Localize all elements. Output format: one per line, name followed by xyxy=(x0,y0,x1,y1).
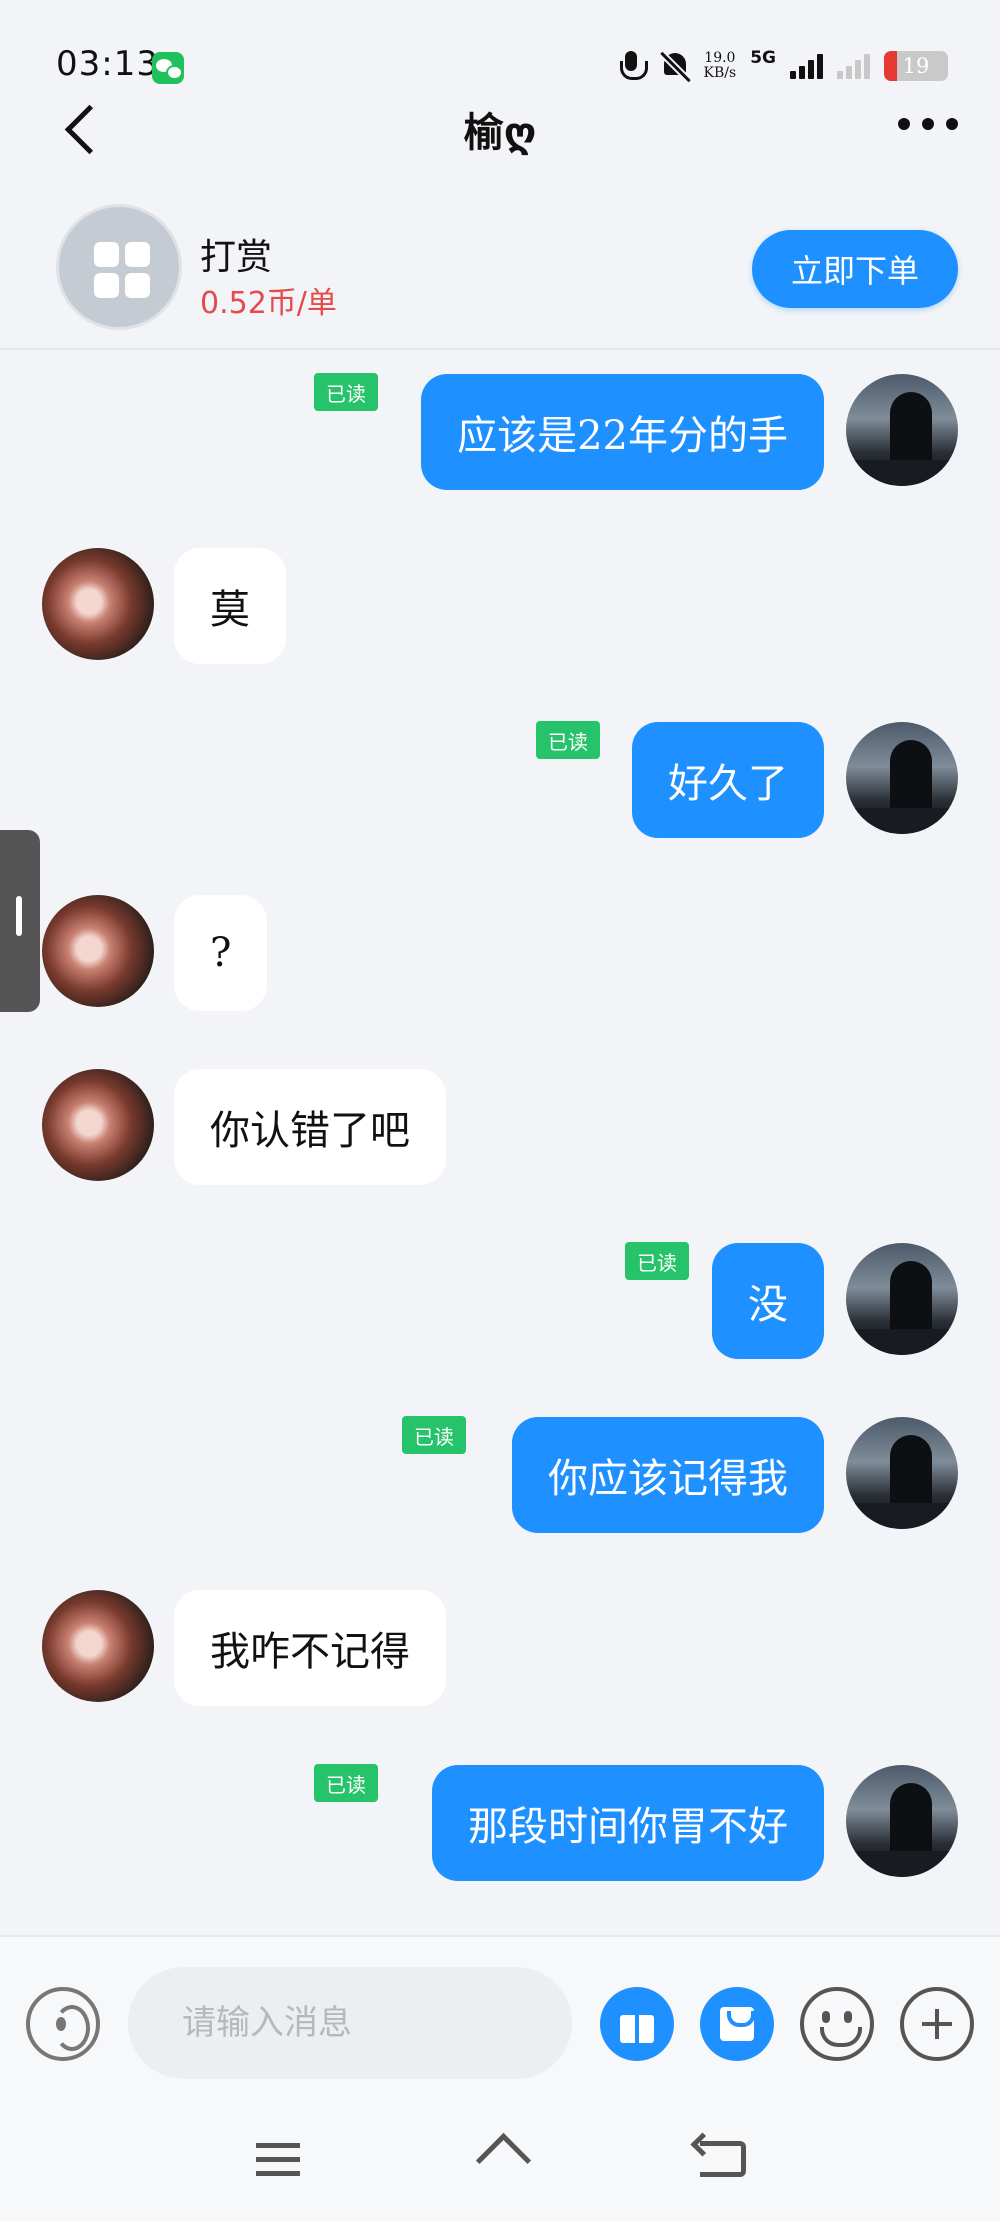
net-speed-unit: KB/s xyxy=(703,65,737,81)
emoji-icon[interactable] xyxy=(800,1987,874,2061)
message-bubble-in[interactable]: 你认错了吧 xyxy=(174,1069,446,1185)
self-avatar[interactable] xyxy=(846,722,958,834)
net-speed: 19.0 KB/s xyxy=(704,51,737,81)
side-drawer-handle[interactable] xyxy=(0,830,40,1012)
gift-icon[interactable] xyxy=(600,1987,674,2061)
plus-icon[interactable] xyxy=(900,1987,974,2061)
bell-off-icon xyxy=(660,49,690,83)
more-icon[interactable] xyxy=(898,118,958,132)
message-bubble-in[interactable]: ? xyxy=(174,895,268,1011)
signal-icon xyxy=(790,53,823,79)
wechat-icon xyxy=(152,52,184,84)
chat-header: 榆ღ xyxy=(0,90,1000,170)
mic-icon xyxy=(616,49,648,83)
status-time: 03:13 xyxy=(56,44,159,84)
message-bubble-out[interactable]: 你应该记得我 xyxy=(512,1417,824,1533)
net-speed-value: 19.0 xyxy=(704,50,736,66)
self-avatar[interactable] xyxy=(846,1765,958,1877)
status-icons: 19.0 KB/s 5G 19 xyxy=(616,46,948,86)
contact-avatar[interactable] xyxy=(42,895,154,1007)
network-type: 5G xyxy=(750,48,776,68)
read-tag: 已读 xyxy=(314,373,378,411)
message-bubble-out[interactable]: 那段时间你胃不好 xyxy=(432,1765,824,1881)
reward-price: 0.52币/单 xyxy=(200,286,337,321)
nav-home-icon[interactable] xyxy=(476,2137,526,2181)
self-avatar[interactable] xyxy=(846,374,958,486)
signal-icon-secondary xyxy=(837,53,870,79)
voice-icon[interactable] xyxy=(26,1987,100,2061)
contact-avatar[interactable] xyxy=(42,1590,154,1702)
chat-title: 榆ღ xyxy=(463,110,537,156)
apps-icon xyxy=(94,242,150,298)
envelope-icon[interactable] xyxy=(700,1987,774,2061)
self-avatar[interactable] xyxy=(846,1417,958,1529)
order-now-button[interactable]: 立即下单 xyxy=(752,230,958,308)
message-bubble-in[interactable]: 莫 xyxy=(174,548,286,664)
message-bubble-out[interactable]: 没 xyxy=(712,1243,824,1359)
system-nav-bar xyxy=(0,2105,1000,2222)
reward-bar: 打赏 0.52币/单 立即下单 xyxy=(0,190,1000,350)
message-bubble-in[interactable]: 我咋不记得 xyxy=(174,1590,446,1706)
nav-menu-icon[interactable] xyxy=(256,2143,300,2177)
reward-thumbnail xyxy=(56,204,182,330)
contact-avatar[interactable] xyxy=(42,1069,154,1181)
read-tag: 已读 xyxy=(536,721,600,759)
reward-title: 打赏 xyxy=(200,237,273,278)
read-tag: 已读 xyxy=(402,1416,466,1454)
message-input[interactable] xyxy=(128,1967,572,2079)
contact-avatar[interactable] xyxy=(42,548,154,660)
self-avatar[interactable] xyxy=(846,1243,958,1355)
nav-back-icon[interactable] xyxy=(700,2141,746,2177)
battery-level: 19 xyxy=(902,54,930,78)
message-bubble-out[interactable]: 好久了 xyxy=(632,722,824,838)
input-bar xyxy=(0,1935,1000,2105)
message-bubble-out[interactable]: 应该是22年分的手 xyxy=(421,374,824,490)
read-tag: 已读 xyxy=(314,1764,378,1802)
read-tag: 已读 xyxy=(625,1242,689,1280)
battery-icon: 19 xyxy=(884,51,948,81)
